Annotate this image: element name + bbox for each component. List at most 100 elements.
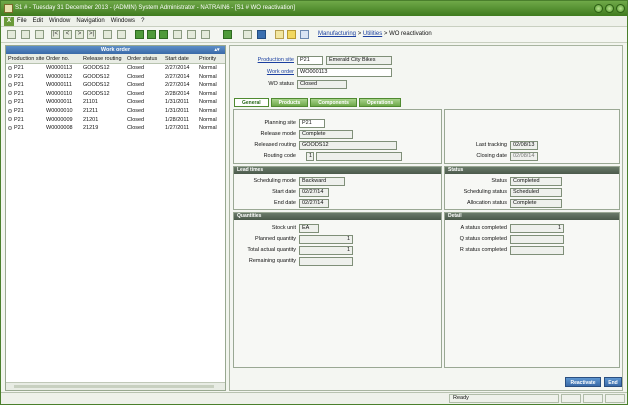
q-status-label: Q status completed <box>459 236 507 242</box>
menu-help[interactable]: ? <box>141 18 144 24</box>
cell-start-date: 2/27/2014 <box>165 65 190 71</box>
tab-products[interactable]: Products <box>270 98 309 107</box>
reactivate-button[interactable]: Reactivate <box>565 377 601 387</box>
cell-priority: Normal <box>199 73 217 80</box>
column-header[interactable]: Order no. <box>46 54 83 63</box>
cell-routing: GOODS12 <box>83 90 110 97</box>
table-row[interactable]: P21 W0000008 21219 Closed 1/27/2011 Normal <box>6 124 225 133</box>
cell-site: P21 <box>6 107 46 116</box>
menu-navigation[interactable]: Navigation <box>76 18 104 24</box>
favorite-star-icon[interactable] <box>275 30 284 39</box>
minimize-icon[interactable] <box>594 4 603 13</box>
end-button[interactable]: End <box>604 377 622 387</box>
previous-record-icon[interactable]: < <box>63 30 72 39</box>
window-left-icon[interactable] <box>135 30 144 39</box>
closing-date-field: 02/08/14 <box>510 152 538 161</box>
cell-site-text: P21 <box>14 125 24 132</box>
cell-priority: Normal <box>199 107 217 114</box>
list-icon[interactable] <box>35 30 44 39</box>
breadcrumb-manufacturing[interactable]: Manufacturing <box>318 31 356 37</box>
tab-general[interactable]: General <box>234 98 269 107</box>
window-right-icon[interactable] <box>159 30 168 39</box>
tab-components[interactable]: Components <box>310 98 357 107</box>
calculator-icon[interactable] <box>187 30 196 39</box>
cell-site-text: P21 <box>14 107 24 114</box>
quantities-heading: Quantities <box>234 213 441 220</box>
q-status-field <box>510 235 564 244</box>
r-status-label: R status completed <box>459 247 507 253</box>
work-order-label[interactable]: Work order <box>230 69 294 75</box>
maximize-icon[interactable] <box>605 4 614 13</box>
status-panel: Status Status Completed Scheduling statu… <box>444 166 620 210</box>
cell-status: Closed <box>127 107 145 114</box>
chart-icon[interactable] <box>173 30 182 39</box>
scrollbar-thumb[interactable] <box>14 385 214 388</box>
menu-file[interactable]: File <box>17 18 27 24</box>
exit-icon[interactable] <box>257 30 266 39</box>
table-row[interactable]: P21 W0000110 GOODS12 Closed 2/28/2014 Normal <box>6 90 225 99</box>
column-header[interactable]: Production site <box>6 54 46 63</box>
scheduling-status-label: Scheduling status <box>463 189 507 195</box>
cell-routing: 21219 <box>83 125 99 132</box>
planning-site-field[interactable]: P21 <box>299 119 325 128</box>
tab-operations[interactable]: Operations <box>358 98 402 107</box>
horizontal-scrollbar[interactable] <box>6 382 225 390</box>
cell-routing: GOODS12 <box>83 73 110 80</box>
status-cell <box>561 394 581 403</box>
row-bullet-icon <box>8 99 12 104</box>
cell-priority: Normal <box>199 90 217 97</box>
cell-status: Closed <box>127 82 145 89</box>
print-icon[interactable] <box>21 30 30 39</box>
quantities-panel: Quantities Stock unit EA Planned quantit… <box>233 212 442 368</box>
column-header[interactable]: Start date <box>165 54 199 63</box>
column-header[interactable]: Release routing <box>83 54 127 63</box>
table-row[interactable]: P21 W0000009 21201 Closed 1/28/2011 Normal <box>6 116 225 125</box>
attachment-icon[interactable] <box>103 30 112 39</box>
next-record-icon[interactable]: > <box>75 30 84 39</box>
first-record-icon[interactable]: |< <box>51 30 60 39</box>
menu-edit[interactable]: Edit <box>33 18 43 24</box>
save-icon[interactable] <box>7 30 16 39</box>
document-icon[interactable] <box>201 30 210 39</box>
table-row[interactable]: P21 W0000010 21211 Closed 1/31/2011 Normal <box>6 107 225 116</box>
last-record-icon[interactable]: >| <box>87 30 96 39</box>
column-header[interactable]: Priority <box>199 54 225 63</box>
row-bullet-icon <box>8 65 12 70</box>
cell-site-text: P21 <box>14 82 24 89</box>
menu-window[interactable]: Window <box>49 18 70 24</box>
column-header[interactable]: Order status <box>127 54 165 63</box>
production-site-field[interactable]: P21 <box>297 56 323 65</box>
remaining-quantity-field <box>299 257 353 266</box>
link-icon[interactable] <box>117 30 126 39</box>
stock-unit-field: EA <box>299 224 319 233</box>
window-split-icon[interactable] <box>147 30 156 39</box>
total-actual-quantity-label: Total actual quantity <box>247 247 296 253</box>
table-row[interactable]: P21 W0000011 21101 Closed 1/31/2011 Normal <box>6 98 225 107</box>
table-row[interactable]: P21 W0000111 GOODS12 Closed 2/27/2014 Normal <box>6 81 225 90</box>
table-row[interactable]: P21 W0000112 GOODS12 Closed 2/27/2014 Normal <box>6 73 225 82</box>
close-icon[interactable] <box>616 4 625 13</box>
cell-priority: Normal <box>199 99 217 106</box>
wo-reactivation-form: Production site P21 Emerald City Bikes W… <box>229 45 623 391</box>
work-order-field[interactable]: WO000113 <box>297 68 392 77</box>
production-site-label[interactable]: Production site <box>230 57 294 63</box>
cell-priority: Normal <box>199 125 217 132</box>
cell-site-text: P21 <box>14 90 24 97</box>
breadcrumb-separator: > <box>356 31 363 37</box>
general-panel: Planning site P21 Release mode Complete … <box>233 109 442 164</box>
cell-start-date: 2/27/2014 <box>165 82 190 89</box>
pin-icon[interactable] <box>300 30 309 39</box>
breadcrumb-utilities[interactable]: Utilities <box>363 31 382 37</box>
panel-pin-icon[interactable]: ▴▾ <box>211 47 223 53</box>
cell-status: Closed <box>127 99 145 106</box>
add-favorite-icon[interactable] <box>287 30 296 39</box>
table-row[interactable]: P21 W0000113 GOODS12 Closed 2/27/2014 Normal <box>6 64 225 73</box>
released-routing-label: Released routing <box>254 142 296 148</box>
refresh-icon[interactable] <box>223 30 232 39</box>
menu-windows[interactable]: Windows <box>111 18 135 24</box>
allocation-status-field: Complete <box>510 199 562 208</box>
cell-start-date: 2/28/2014 <box>165 90 190 97</box>
released-routing-field: GOODS12 <box>299 141 397 150</box>
help-icon[interactable] <box>243 30 252 39</box>
status-heading: Status <box>445 167 619 174</box>
